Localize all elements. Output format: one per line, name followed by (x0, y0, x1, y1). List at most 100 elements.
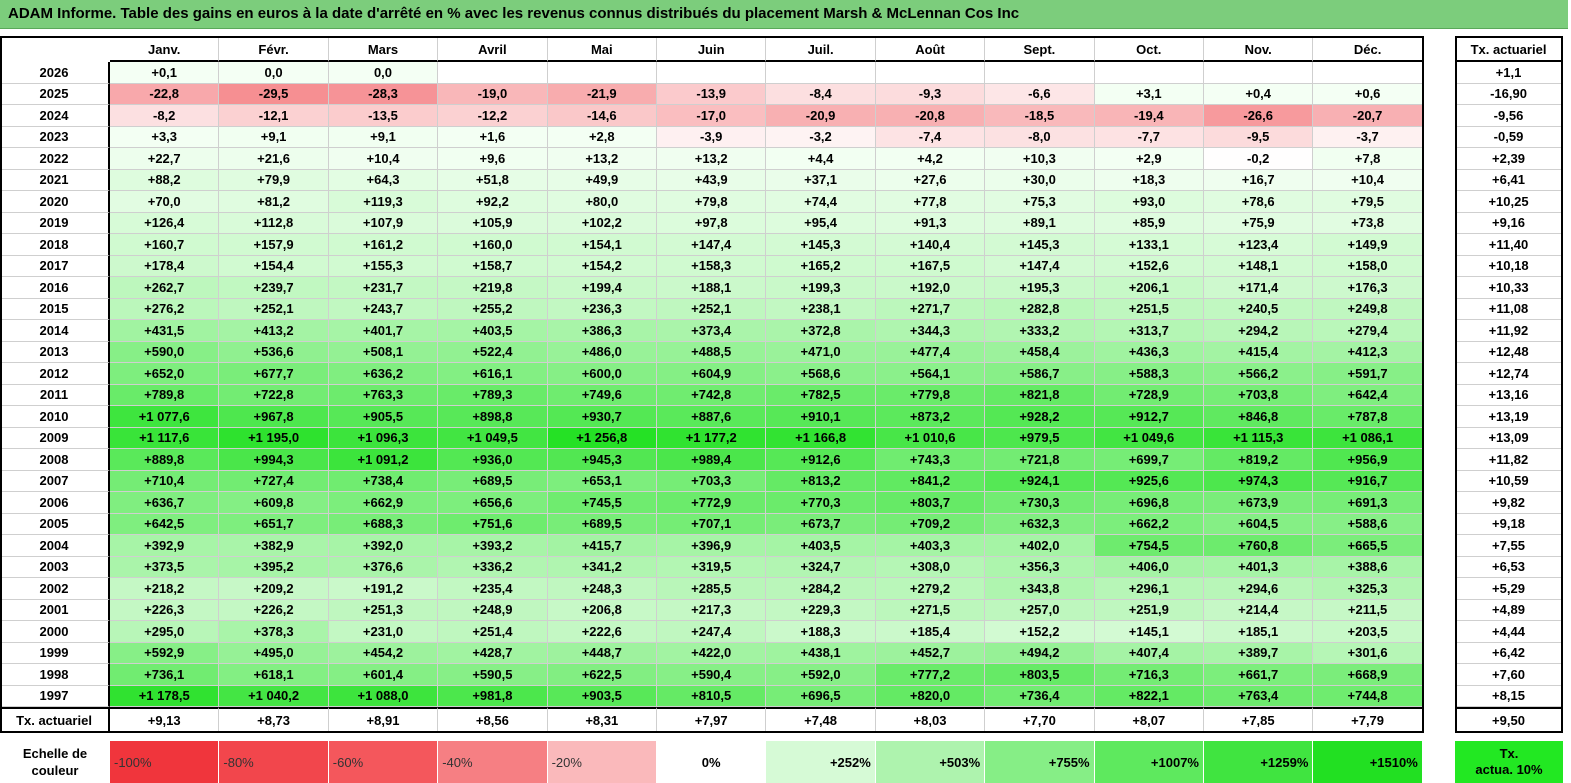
table-cell: +588,3 (1094, 363, 1204, 385)
table-cell: -17,0 (657, 105, 767, 127)
table-cell: +285,5 (657, 578, 767, 600)
month-header: Mars (328, 36, 439, 62)
row-rate: +4,89 (1455, 599, 1563, 621)
table-cell: +248,9 (438, 599, 548, 621)
table-cell: +810,5 (657, 685, 767, 707)
table-cell: +229,3 (766, 599, 876, 621)
row-rate: +6,42 (1455, 642, 1563, 664)
row-year: 2000 (0, 621, 110, 643)
table-cell: +192,0 (875, 277, 986, 299)
table-cell: +185,4 (875, 621, 986, 643)
table-cell: +203,5 (1313, 621, 1423, 643)
table-cell: -8,0 (985, 126, 1095, 148)
table-cell: +742,8 (657, 384, 767, 406)
table-cell: +662,2 (1094, 513, 1204, 535)
table-cell: +222,6 (547, 621, 657, 643)
month-header: Févr. (219, 36, 329, 62)
table-cell: +730,3 (985, 492, 1095, 514)
table-cell: -19,0 (438, 83, 548, 105)
table-cell: +653,1 (547, 470, 657, 492)
table-cell: +284,2 (766, 578, 876, 600)
table-cell: +251,3 (328, 599, 439, 621)
table-cell: +231,7 (328, 277, 439, 299)
table-cell: +428,7 (438, 642, 548, 664)
table-cell: +677,7 (219, 363, 329, 385)
row-rate: +6,41 (1455, 169, 1563, 191)
table-cell: +668,9 (1313, 664, 1423, 686)
table-cell: +206,8 (547, 599, 657, 621)
color-scale-swatch: +755% (985, 741, 1095, 783)
row-year: 2001 (0, 599, 110, 621)
table-cell: +604,5 (1204, 513, 1314, 535)
table-cell: +412,3 (1313, 341, 1423, 363)
table-cell: +209,2 (219, 578, 329, 600)
table-cell: +276,2 (110, 298, 220, 320)
table-cell: +395,2 (219, 556, 329, 578)
table-cell (875, 62, 986, 84)
table-cell: +782,5 (766, 384, 876, 406)
table-cell: +601,4 (328, 664, 439, 686)
table-cell: +199,3 (766, 277, 876, 299)
table-cell: +147,4 (985, 255, 1095, 277)
footer-cell: +7,70 (985, 707, 1095, 733)
table-cell: +145,1 (1094, 621, 1204, 643)
color-scale-swatch: -60% (328, 741, 439, 783)
table-cell: -7,4 (875, 126, 986, 148)
table-cell: +217,3 (657, 599, 767, 621)
table-cell: +401,7 (328, 320, 439, 342)
table-cell: +49,9 (547, 169, 657, 191)
table-cell: +378,3 (219, 621, 329, 643)
table-cell (1094, 62, 1204, 84)
table-cell: +91,3 (875, 212, 986, 234)
table-cell: +1 195,0 (219, 427, 329, 449)
table-cell: +133,1 (1094, 234, 1204, 256)
table-cell: +7,8 (1313, 148, 1423, 170)
row-rate: +7,55 (1455, 535, 1563, 557)
row-rate: +9,82 (1455, 492, 1563, 514)
table-cell: +3,3 (110, 126, 220, 148)
table-cell: +123,4 (1204, 234, 1314, 256)
table-cell: +160,7 (110, 234, 220, 256)
table-cell: +406,0 (1094, 556, 1204, 578)
table-cell: +945,3 (547, 449, 657, 471)
table-cell: +508,1 (328, 341, 439, 363)
table-cell: +763,3 (328, 384, 439, 406)
table-cell: +967,8 (219, 406, 329, 428)
table-cell: +632,3 (985, 513, 1095, 535)
table-cell: +887,6 (657, 406, 767, 428)
color-scale-swatch: +1259% (1204, 741, 1314, 783)
color-scale-swatch: -40% (438, 741, 548, 783)
table-cell: +1,6 (438, 126, 548, 148)
table-cell: +240,5 (1204, 298, 1314, 320)
table-cell: +147,4 (657, 234, 767, 256)
month-header: Janv. (110, 36, 220, 62)
table-cell: +243,7 (328, 298, 439, 320)
table-cell: +590,0 (110, 341, 220, 363)
table-cell: +79,9 (219, 169, 329, 191)
table-cell: +956,9 (1313, 449, 1423, 471)
table-cell: +495,0 (219, 642, 329, 664)
table-cell: +188,3 (766, 621, 876, 643)
table-cell: +710,4 (110, 470, 220, 492)
table-cell: +422,0 (657, 642, 767, 664)
table-cell: +974,3 (1204, 470, 1314, 492)
table-cell: +252,1 (219, 298, 329, 320)
table-cell: +651,7 (219, 513, 329, 535)
table-cell: +1 077,6 (110, 406, 220, 428)
table-cell: +154,2 (547, 255, 657, 277)
table-cell: +382,9 (219, 535, 329, 557)
table-cell: +262,7 (110, 277, 220, 299)
table-cell: +751,6 (438, 513, 548, 535)
table-cell: +1 049,5 (438, 427, 548, 449)
color-scale-label-line2: couleur (31, 763, 79, 778)
table-cell: +486,0 (547, 341, 657, 363)
row-year: 2002 (0, 578, 110, 600)
row-rate: +10,18 (1455, 255, 1563, 277)
color-scale-swatch: +1007% (1094, 741, 1204, 783)
row-rate: +13,19 (1455, 406, 1563, 428)
table-cell: +910,1 (766, 406, 876, 428)
row-rate: +8,15 (1455, 685, 1563, 707)
table-cell: +9,1 (219, 126, 329, 148)
table-cell: +673,9 (1204, 492, 1314, 514)
table-cell: +448,7 (547, 642, 657, 664)
